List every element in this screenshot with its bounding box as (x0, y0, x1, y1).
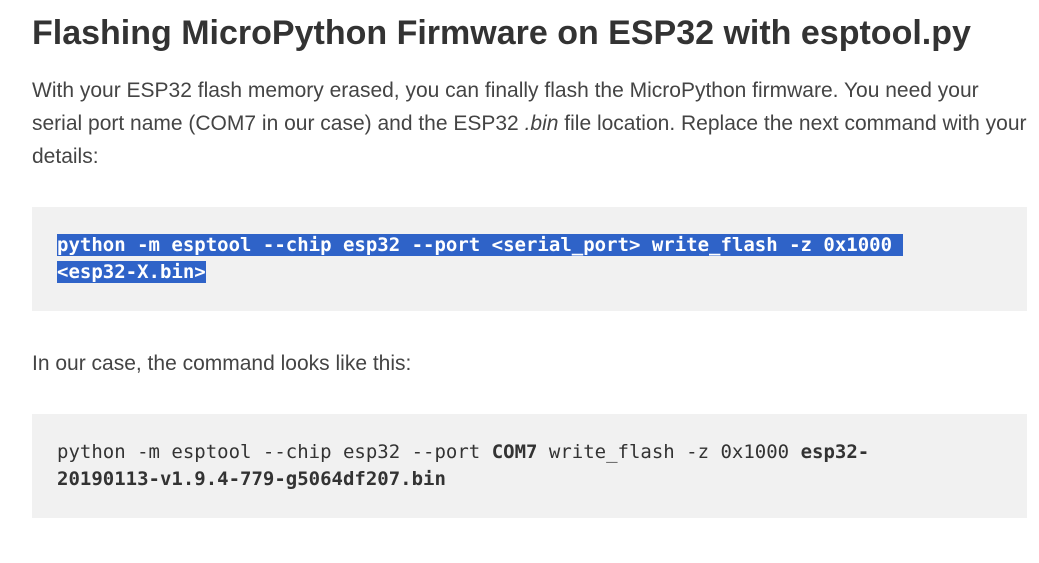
code-block-template[interactable]: python -m esptool --chip esp32 --port <s… (32, 207, 1027, 311)
code-example-middle: write_flash -z 0x1000 (537, 441, 801, 463)
article-content: Flashing MicroPython Firmware on ESP32 w… (32, 0, 1027, 518)
intro-paragraph: With your ESP32 flash memory erased, you… (32, 74, 1027, 173)
code-block-example[interactable]: python -m esptool --chip esp32 --port CO… (32, 414, 1027, 518)
code-example-file-1: esp32- (800, 441, 870, 463)
code-template-line-1[interactable]: python -m esptool --chip esp32 --port <s… (57, 234, 904, 256)
intro-bin-italic: .bin (524, 112, 559, 135)
code-template-line-2[interactable]: <esp32-X.bin> (57, 261, 206, 283)
page-title: Flashing MicroPython Firmware on ESP32 w… (32, 14, 971, 52)
case-paragraph: In our case, the command looks like this… (32, 352, 412, 375)
code-example-prefix: python -m esptool --chip esp32 --port (57, 441, 492, 463)
code-example-port: COM7 (491, 441, 538, 463)
code-example-file-2: 20190113-v1.9.4-779-g5064df207.bin (57, 468, 446, 490)
